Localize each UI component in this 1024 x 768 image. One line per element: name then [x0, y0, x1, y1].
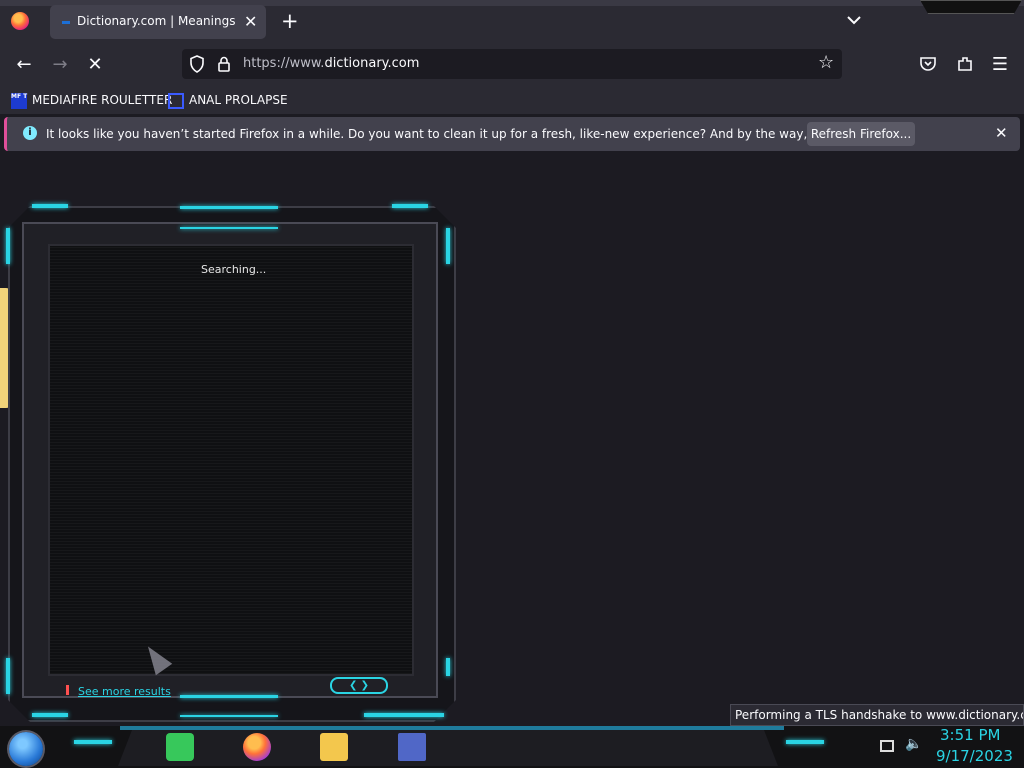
status-panel: Performing a TLS handshake to www.dictio… [730, 704, 1024, 726]
search-results-screen [48, 244, 414, 676]
new-tab-button[interactable]: + [281, 9, 299, 33]
bookmark-mediafire-rouletter[interactable]: MF T MEDIAFIRE ROULETTER [11, 91, 172, 109]
url-bar[interactable]: https://www.dictionary.com ☆ [182, 49, 842, 79]
navigation-toolbar: ← → ✕ https://www.dictionary.com ☆ ☰ [0, 44, 1024, 86]
url-prefix: https://www. [243, 56, 325, 71]
lock-icon[interactable] [217, 56, 231, 72]
results-pager[interactable]: ❮ ❯ [330, 677, 388, 694]
network-tray-icon[interactable] [880, 740, 894, 752]
bookmarks-toolbar: MF T MEDIAFIRE ROULETTER ANAL PROLAPSE [0, 86, 1024, 114]
firefox-taskbar-icon[interactable] [243, 733, 271, 761]
file-explorer-icon[interactable] [320, 733, 348, 761]
back-button[interactable]: ← [11, 52, 37, 78]
volume-tray-icon[interactable]: 🔈 [905, 736, 922, 752]
info-icon: i [23, 126, 37, 140]
url-text[interactable]: https://www.dictionary.com [243, 56, 419, 71]
url-domain: dictionary.com [324, 56, 420, 71]
mediafire-bookmark-icon: MF T [11, 92, 27, 109]
frame-accent [32, 204, 68, 208]
stop-loading-button[interactable]: ✕ [82, 52, 108, 78]
taskbar: 🔈 3:51 PM 9/17/2023 [0, 726, 1024, 768]
tab-bar: Dictionary.com | Meanings & Definitions … [0, 0, 1024, 44]
app-menu-button[interactable]: ☰ [987, 52, 1013, 78]
frame-accent [364, 713, 444, 717]
tab-dictionary[interactable]: Dictionary.com | Meanings & Definitions … [50, 5, 266, 39]
bookmark-label: MEDIAFIRE ROULETTER [32, 93, 173, 107]
frame-accent [180, 206, 278, 209]
frame-accent [180, 715, 278, 717]
window-decoration [920, 0, 1022, 14]
see-more-marker [66, 685, 69, 695]
clock-time[interactable]: 3:51 PM [940, 726, 1000, 744]
bookmark-sigma-icon [168, 92, 184, 109]
frame-accent [446, 658, 450, 676]
forward-button[interactable]: → [47, 52, 73, 78]
notes-app-icon[interactable] [166, 733, 194, 761]
frame-accent [446, 228, 450, 264]
search-overlay-frame [4, 200, 456, 722]
bookmark-label: ANAL PROLAPSE [189, 93, 288, 107]
refresh-firefox-notification: i It looks like you haven’t started Fire… [4, 117, 1020, 151]
see-more-results-link[interactable]: See more results [78, 685, 171, 698]
firefox-logo-icon[interactable] [11, 12, 29, 30]
tab-close-icon[interactable]: ✕ [244, 12, 257, 31]
notification-close-icon[interactable]: ✕ [995, 124, 1008, 142]
bookmark-second[interactable]: ANAL PROLAPSE [168, 91, 288, 109]
frame-accent [6, 228, 10, 264]
taskbar-accent [786, 740, 824, 744]
frame-accent [6, 658, 10, 694]
start-orb-button[interactable] [9, 732, 43, 766]
clock-date[interactable]: 9/17/2023 [936, 747, 1013, 765]
frame-accent [180, 695, 278, 698]
tracking-protection-shield-icon[interactable] [189, 55, 205, 73]
taskbar-dock [118, 730, 778, 766]
notification-message: It looks like you haven’t started Firefo… [46, 127, 902, 141]
pocket-icon[interactable] [919, 55, 937, 73]
dictionary-favicon-icon [62, 21, 70, 24]
refresh-firefox-button[interactable]: Refresh Firefox... [807, 122, 915, 146]
taskbar-accent-strip [120, 726, 784, 730]
extensions-puzzle-icon[interactable] [956, 55, 974, 73]
searching-status: Searching... [201, 263, 267, 276]
control-panel-icon[interactable] [398, 733, 426, 761]
tab-title: Dictionary.com | Meanings & Definitions [77, 14, 239, 28]
list-all-tabs-chevron-down-icon[interactable] [844, 10, 864, 30]
taskbar-accent [74, 740, 112, 744]
frame-accent [32, 713, 68, 717]
frame-accent [392, 204, 428, 208]
frame-accent [180, 227, 278, 229]
bookmark-star-icon[interactable]: ☆ [818, 52, 834, 73]
